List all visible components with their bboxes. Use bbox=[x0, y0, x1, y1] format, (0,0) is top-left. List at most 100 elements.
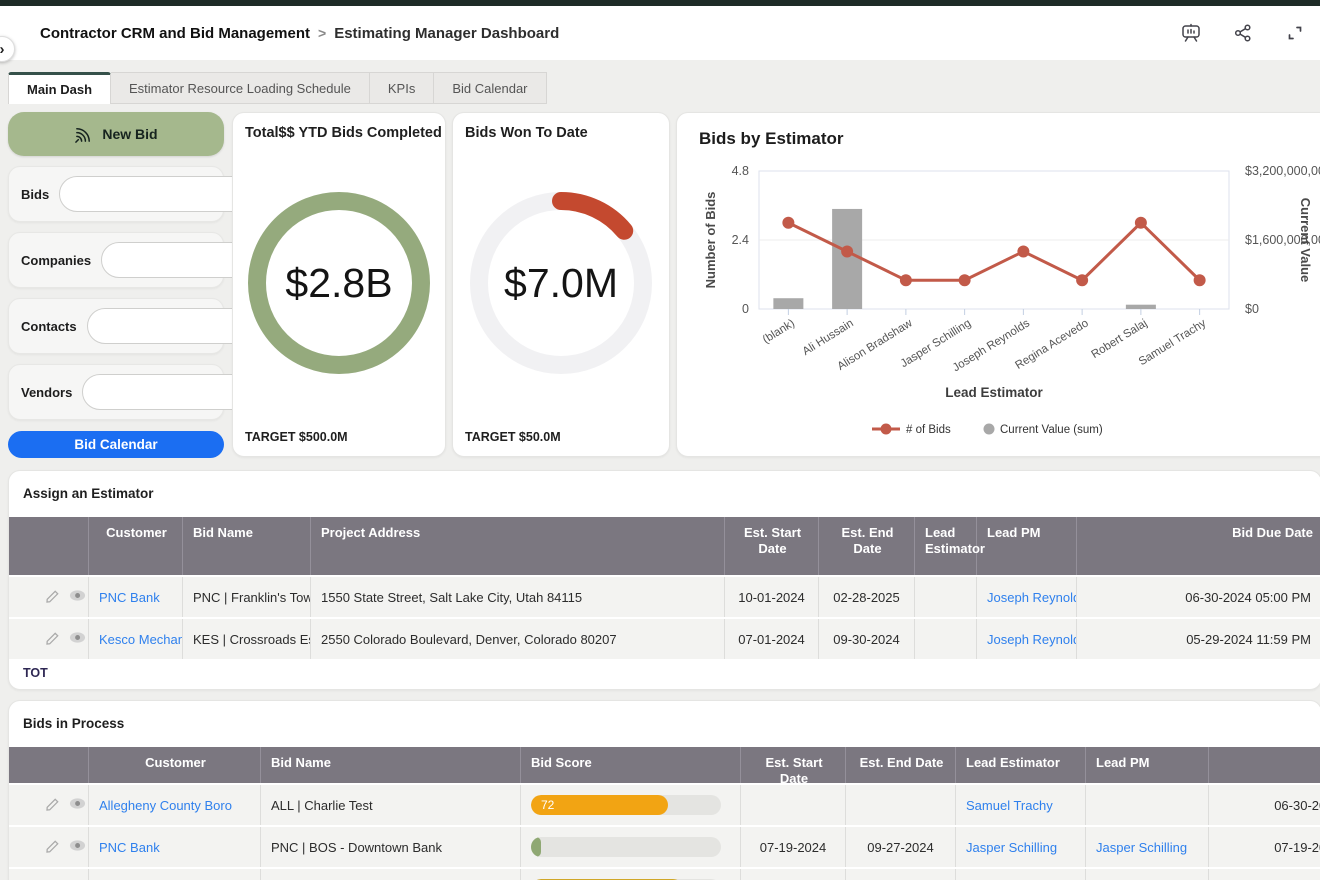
share-icon[interactable] bbox=[1232, 22, 1254, 44]
cell-customer: PNC Bank bbox=[89, 827, 261, 867]
header-actions bbox=[1180, 6, 1306, 60]
kpi-value: $7.0M bbox=[465, 187, 657, 379]
cell-lead_estimator: Robert Salaj bbox=[956, 869, 1086, 880]
bid-score-fill bbox=[531, 837, 541, 857]
column-header-address[interactable]: Project Address bbox=[311, 517, 725, 575]
kpi-card-bids-won: Bids Won To Date$7.0MTARGET $50.0M bbox=[452, 112, 670, 457]
svg-text:Current Value: Current Value bbox=[1298, 198, 1313, 283]
tab-bar: Main DashEstimator Resource Loading Sche… bbox=[8, 72, 547, 104]
customer-link[interactable]: PNC Bank bbox=[99, 590, 160, 605]
svg-text:Current Value (sum): Current Value (sum) bbox=[1000, 424, 1103, 436]
column-header-bid_name[interactable]: Bid Name bbox=[183, 517, 311, 575]
column-header-end[interactable]: Est. End Date bbox=[819, 517, 915, 575]
customer-link[interactable]: PNC Bank bbox=[99, 840, 160, 855]
cell-score: 72 bbox=[521, 785, 741, 825]
new-bid-button[interactable]: New Bid bbox=[8, 112, 224, 156]
view-eye-icon[interactable] bbox=[69, 797, 86, 814]
cell-due: 05-29-2024 11:59 PM bbox=[1077, 619, 1320, 659]
cell-start bbox=[741, 785, 846, 825]
cell-address: 1550 State Street, Salt Lake City, Utah … bbox=[311, 577, 725, 617]
breadcrumb-app-title[interactable]: Contractor CRM and Bid Management bbox=[40, 25, 310, 42]
column-header-customer[interactable]: Customer bbox=[89, 747, 261, 783]
column-header-score[interactable]: Bid Score bbox=[521, 747, 741, 783]
bids-section-title: Bids in Process bbox=[9, 701, 1320, 731]
kpi-card-ytd-bids-completed: Total$$ YTD Bids Completed$2.8BTARGET $5… bbox=[232, 112, 446, 457]
app-header: Contractor CRM and Bid Management > Esti… bbox=[0, 6, 1320, 60]
view-eye-icon[interactable] bbox=[69, 589, 86, 606]
contacts-label: Contacts bbox=[21, 319, 77, 334]
svg-text:2.4: 2.4 bbox=[732, 233, 749, 247]
expand-icon[interactable] bbox=[1284, 22, 1306, 44]
column-header-blank[interactable] bbox=[9, 517, 89, 575]
cell-end: 02-28-2025 bbox=[819, 577, 915, 617]
column-header-start[interactable]: Est. Start Date bbox=[725, 517, 819, 575]
view-eye-icon[interactable] bbox=[69, 631, 86, 648]
lead_pm-link[interactable]: Joseph Reynolds bbox=[987, 632, 1077, 647]
lead_pm-link[interactable]: Jasper Schilling bbox=[1096, 840, 1187, 855]
edit-pencil-icon[interactable] bbox=[44, 631, 60, 648]
cell-lead_pm: Joseph Reynolds bbox=[977, 577, 1077, 617]
cell-bid_name: KES | Crossroads Estate bbox=[183, 619, 311, 659]
cell-customer: Allegheny County Boro bbox=[89, 869, 261, 880]
bids-search-input[interactable] bbox=[74, 186, 254, 203]
breadcrumb-separator: > bbox=[318, 25, 326, 41]
column-header-lead_pm[interactable]: Lead PM bbox=[977, 517, 1077, 575]
search-card-contacts: Contacts bbox=[8, 298, 224, 354]
edit-pencil-icon[interactable] bbox=[44, 589, 60, 606]
bid-score-bar: 72 bbox=[531, 795, 721, 815]
tab-bid-calendar[interactable]: Bid Calendar bbox=[434, 72, 546, 104]
cell-bid_name: ALL | Queen Jane Apartments bbox=[261, 869, 521, 880]
bid-score-bar bbox=[531, 837, 721, 857]
column-header-bid_name[interactable]: Bid Name bbox=[261, 747, 521, 783]
column-header-lead_estimator[interactable]: Lead Estimator bbox=[915, 517, 977, 575]
lead_estimator-link[interactable]: Samuel Trachy bbox=[966, 798, 1053, 813]
edit-pencil-icon[interactable] bbox=[44, 797, 60, 814]
cell-lead_pm: Jasper Schilling bbox=[1086, 827, 1209, 867]
cell-due: 07-19-2024 11:59 PM bbox=[1209, 827, 1320, 867]
signal-icon bbox=[74, 125, 93, 144]
table-row: Allegheny County Boro ALL | Charlie Test 7… bbox=[9, 785, 1320, 825]
svg-text:$3,200,000,000: $3,200,000,000 bbox=[1245, 164, 1320, 178]
cell-start: 07-01-2024 bbox=[725, 619, 819, 659]
column-header-due[interactable]: Bid Due Date bbox=[1077, 517, 1320, 575]
column-header-lead_pm[interactable]: Lead PM bbox=[1086, 747, 1209, 783]
cell-icons bbox=[9, 785, 89, 825]
cell-icons bbox=[9, 869, 89, 880]
view-eye-icon[interactable] bbox=[69, 839, 86, 856]
quick-actions-sidebar: New Bid BidsCompaniesContactsVendors Bid… bbox=[8, 112, 224, 458]
cell-end bbox=[846, 785, 956, 825]
gauge-ring: $2.8B bbox=[243, 187, 435, 379]
bid-calendar-button[interactable]: Bid Calendar bbox=[8, 431, 224, 458]
bids-in-process-table: CustomerBid NameBid ScoreEst. Start Date… bbox=[9, 747, 1320, 880]
tab-estimator-resource-loading-schedule[interactable]: Estimator Resource Loading Schedule bbox=[111, 72, 370, 104]
column-header-lead_estimator[interactable]: Lead Estimator bbox=[956, 747, 1086, 783]
tab-main-dash[interactable]: Main Dash bbox=[8, 72, 111, 104]
column-header-customer[interactable]: Customer bbox=[89, 517, 183, 575]
cell-bid_name: PNC | Franklin's Tower bbox=[183, 577, 311, 617]
presentation-icon[interactable] bbox=[1180, 22, 1202, 44]
column-header-blank[interactable] bbox=[9, 747, 89, 783]
column-header-start[interactable]: Est. Start Date bbox=[741, 747, 846, 783]
cell-bid_name: ALL | Charlie Test bbox=[261, 785, 521, 825]
cell-address: 2550 Colorado Boulevard, Denver, Colorad… bbox=[311, 619, 725, 659]
table-footer-tot: TOT bbox=[9, 659, 1320, 683]
cell-icons bbox=[9, 577, 89, 617]
lead_estimator-link[interactable]: Jasper Schilling bbox=[966, 840, 1057, 855]
bids-by-estimator-chart: (blank)Ali HussainAlison BradshawJasper … bbox=[677, 149, 1320, 449]
cell-due: 05-31-2024 11:59 PM bbox=[1209, 869, 1320, 880]
edit-pencil-icon[interactable] bbox=[44, 839, 60, 856]
customer-link[interactable]: Allegheny County Boro bbox=[99, 798, 232, 813]
lead_pm-link[interactable]: Joseph Reynolds bbox=[987, 590, 1077, 605]
customer-link[interactable]: Kesco Mechanical bbox=[99, 632, 183, 647]
cell-start: 10-01-2024 bbox=[725, 577, 819, 617]
cell-icons bbox=[9, 619, 89, 659]
bids-in-process-section: Bids in Process CustomerBid NameBid Scor… bbox=[8, 700, 1320, 880]
tab-kpis[interactable]: KPIs bbox=[370, 72, 434, 104]
cell-lead_pm: Joseph Reynolds bbox=[977, 619, 1077, 659]
table-row: Allegheny County BoroALL | Queen Jane Ap… bbox=[9, 869, 1320, 880]
bids-label: Bids bbox=[21, 187, 49, 202]
cell-end: 03-31-2025 bbox=[846, 869, 956, 880]
column-header-due[interactable]: Bid Due Date bbox=[1209, 747, 1320, 783]
column-header-end[interactable]: Est. End Date bbox=[846, 747, 956, 783]
kpi-title: Bids Won To Date bbox=[453, 113, 669, 141]
